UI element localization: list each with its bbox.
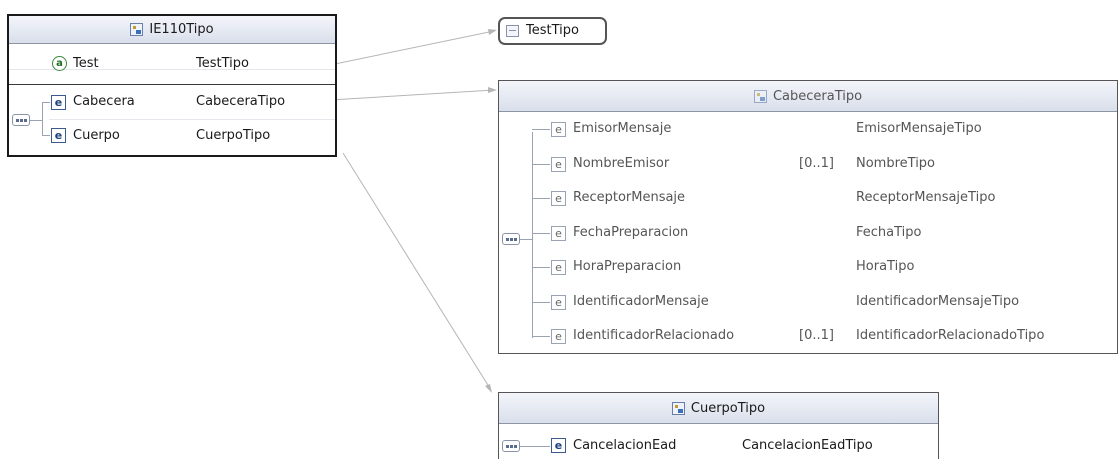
element-row[interactable]: e NombreEmisor [0..1] NombreTipo — [499, 152, 1117, 176]
element-type: CabeceraTipo — [196, 94, 286, 109]
element-row[interactable]: e HoraPreparacion HoraTipo — [499, 255, 1117, 279]
element-icon: e — [551, 295, 566, 310]
element-name: ReceptorMensaje — [573, 190, 686, 205]
ie110tipo-title: IE110Tipo — [149, 22, 214, 37]
element-row-cabecera[interactable]: e Cabecera CabeceraTipo — [9, 90, 335, 114]
element-name: FechaPreparacion — [573, 225, 689, 240]
element-type: ReceptorMensajeTipo — [856, 190, 996, 205]
attribute-type: TestTipo — [196, 56, 249, 71]
element-type: NombreTipo — [856, 156, 936, 171]
element-icon: e — [551, 260, 566, 275]
element-type: CancelacionEadTipo — [742, 438, 873, 453]
element-type: IdentificadorRelacionadoTipo — [856, 328, 1045, 343]
cabeceratipo-title: CabeceraTipo — [772, 88, 863, 104]
ie110tipo-box[interactable]: IE110Tipo a Test TestTipo e Cabecera Cab… — [7, 14, 337, 157]
element-row[interactable]: e ReceptorMensaje ReceptorMensajeTipo — [499, 186, 1117, 210]
element-name: NombreEmisor — [573, 156, 670, 171]
element-row[interactable]: e FechaPreparacion FechaTipo — [499, 221, 1117, 245]
element-icon: e — [51, 128, 66, 143]
attribute-row-test[interactable]: a Test TestTipo — [9, 52, 335, 76]
complex-type-icon — [130, 23, 144, 36]
element-cardinality: [0..1] — [799, 328, 834, 343]
element-name: Cuerpo — [73, 128, 120, 143]
element-row-cancelacionead[interactable]: e CancelacionEad CancelacionEadTipo — [499, 434, 938, 458]
complex-type-icon — [671, 401, 685, 415]
element-icon: e — [551, 157, 566, 172]
element-type: IdentificadorMensajeTipo — [856, 294, 1020, 309]
cabeceratipo-box[interactable]: CabeceraTipo e EmisorMensaje EmisorMensaje… — [498, 80, 1118, 354]
cabeceratipo-header: CabeceraTipo — [499, 81, 1117, 112]
element-row[interactable]: e IdentificadorRelacionado [0..1] Identific… — [499, 324, 1117, 348]
element-name: IdentificadorRelacionado — [573, 328, 735, 343]
element-type: EmisorMensajeTipo — [856, 121, 982, 136]
element-name: IdentificadorMensaje — [573, 294, 709, 309]
element-name: Cabecera — [73, 94, 135, 109]
element-icon: e — [551, 122, 566, 137]
element-icon: e — [551, 438, 566, 453]
simple-type-icon — [506, 25, 519, 37]
cuerpotipo-title: CuerpoTipo — [690, 400, 766, 416]
element-icon: e — [551, 329, 566, 344]
element-row[interactable]: e EmisorMensaje EmisorMensajeTipo — [499, 117, 1117, 141]
element-type: CuerpoTipo — [196, 128, 271, 143]
element-row[interactable]: e IdentificadorMensaje IdentificadorMensaj… — [499, 290, 1117, 314]
element-name: HoraPreparacion — [573, 259, 682, 274]
element-row-cuerpo[interactable]: e Cuerpo CuerpoTipo — [9, 124, 335, 148]
element-name: CancelacionEad — [573, 438, 677, 453]
element-icon: e — [51, 95, 66, 110]
element-icon: e — [551, 226, 566, 241]
element-icon: e — [551, 191, 566, 206]
attribute-name: Test — [73, 56, 99, 71]
testtipo-box[interactable]: TestTipo — [498, 17, 607, 45]
cuerpotipo-header: CuerpoTipo — [499, 393, 938, 424]
element-name: EmisorMensaje — [573, 121, 672, 136]
ie110tipo-header: IE110Tipo — [9, 16, 335, 44]
attribute-icon: a — [52, 56, 67, 71]
element-type: HoraTipo — [856, 259, 915, 274]
testtipo-title: TestTipo — [526, 23, 579, 38]
cuerpotipo-box[interactable]: CuerpoTipo e CancelacionEad CancelacionE… — [498, 392, 939, 459]
complex-type-icon — [753, 89, 767, 103]
element-cardinality: [0..1] — [799, 156, 834, 171]
element-type: FechaTipo — [856, 225, 922, 240]
